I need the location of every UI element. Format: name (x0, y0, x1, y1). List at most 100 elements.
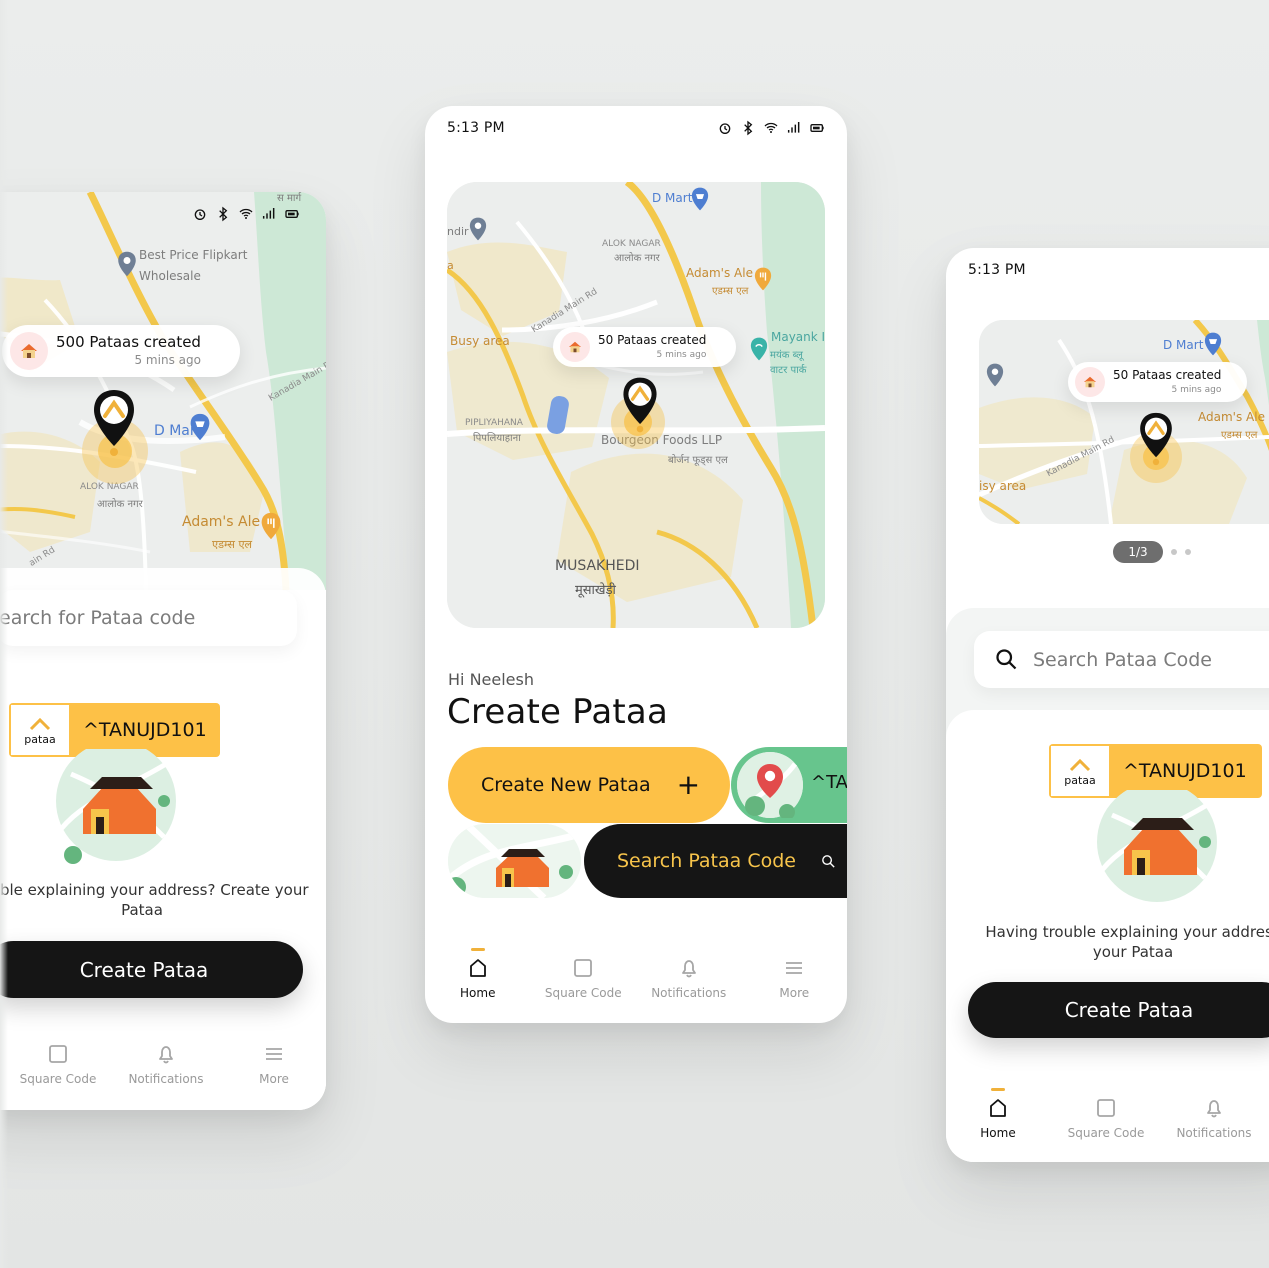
search-field-right-text: Search Pataa Code (1033, 648, 1212, 671)
nav-notifications-left[interactable]: Notifications (120, 1042, 212, 1086)
search-pataa-code-button[interactable]: Search Pataa Code (584, 824, 847, 898)
house-map-thumbnail (448, 824, 581, 898)
callout-title-left: 500 Pataas created (56, 332, 201, 351)
cart-icon (190, 413, 210, 441)
signal-icon (262, 208, 275, 219)
map-label-busy-area-center: Busy area (450, 334, 510, 348)
map-label-adams-ale-center: Adam's Ale (686, 266, 753, 280)
map-callout-center: 50 Pataas created 5 mins ago (553, 327, 736, 367)
search-icon (822, 854, 835, 868)
phone-left: स मार्ग Best Price Flipkart Wholesale D … (0, 192, 326, 1110)
create-pataa-button-right[interactable]: Create Pataa (968, 982, 1269, 1038)
house-avatar-icon-center (560, 332, 590, 362)
map-label-adams-ale-hi-center: एडम्स एल (712, 286, 749, 297)
pager-dot[interactable] (1171, 549, 1177, 555)
bluetooth-icon (744, 120, 753, 136)
map-right[interactable]: D Mart Adam's Ale एडम्स एल Kanadia Main … (979, 320, 1269, 524)
callout-title-right: 50 Pataas created (1113, 368, 1222, 383)
bluetooth-icon (219, 206, 228, 222)
active-indicator (470, 948, 485, 951)
home-icon (466, 956, 490, 980)
water-park-icon-center (750, 337, 768, 361)
map-label-mayank-hi1-center: मयंक ब्लू (770, 350, 803, 361)
map-label-a-center: a (447, 259, 454, 272)
status-bar-center: 5:13 PM (425, 106, 847, 150)
map-label-busy-area-right: isy area (979, 479, 1027, 493)
home-icon-right (986, 1096, 1010, 1120)
pataa-logo-icon-left (29, 717, 51, 730)
battery-icon (285, 210, 299, 218)
poi-icon-right (986, 363, 1004, 387)
status-icons-center (717, 120, 825, 136)
search-field-left-text: earch for Pataa code (0, 607, 196, 629)
create-new-pataa-button[interactable]: Create New Pataa + (448, 747, 730, 823)
map-label-adams-ale-hi-right: एडम्स एल (1221, 430, 1258, 441)
map-label-musakhedi-center: MUSAKHEDI (555, 558, 640, 574)
nav-square-code-left[interactable]: Square Code (12, 1042, 104, 1086)
bottom-nav-left: Square Code Notifications More (0, 1042, 326, 1110)
status-icons-left (192, 206, 300, 222)
map-label-best-price: Best Price Flipkart (139, 248, 248, 262)
pager-dot[interactable] (1185, 549, 1191, 555)
bell-icon-left (154, 1042, 178, 1066)
signal-icon (787, 122, 800, 133)
nav-more-center[interactable]: More (748, 956, 840, 1000)
search-field-left[interactable]: earch for Pataa code (0, 590, 297, 646)
callout-text-center: 50 Pataas created 5 mins ago (598, 334, 706, 360)
search-icon-right (996, 649, 1017, 670)
saved-pataa-code: ^TAI (811, 772, 847, 793)
callout-sub-left: 5 mins ago (134, 353, 201, 368)
nav-label-more-center: More (779, 986, 810, 1000)
map-label-mayank-center: Mayank I (771, 330, 825, 344)
map-label-piplyahana-hi-center: पिपलियाहाना (473, 433, 521, 444)
helper-text-right: Having trouble explaining your address y… (985, 923, 1269, 962)
nav-label-notifications-left: Notifications (128, 1072, 204, 1086)
house-map-illustration-left (56, 749, 176, 864)
map-label-musakhedi-hi-center: मूसाखेड़ी (575, 583, 616, 598)
search-field-right[interactable]: Search Pataa Code (974, 631, 1269, 688)
phone-center: 5:13 PM D Mart ALOK NAGAR आलोक नगर Adam'… (425, 106, 847, 1023)
greeting-text: Hi Neelesh (448, 670, 534, 689)
callout-sub-center: 5 mins ago (656, 349, 707, 360)
nav-more-left[interactable]: More (228, 1042, 320, 1086)
map-pin-circle-icon (737, 752, 803, 820)
map-label-alok-nagar-center: ALOK NAGAR (602, 239, 661, 249)
callout-title-center: 50 Pataas created (598, 333, 707, 348)
saved-pataa-card[interactable]: ^TAI (731, 747, 847, 823)
callout-sub-right: 5 mins ago (1171, 384, 1222, 395)
nav-home-center[interactable]: Home (432, 948, 524, 1000)
house-avatar-icon-right (1075, 367, 1105, 397)
map-label-ndir-center: ndir (447, 225, 469, 238)
nav-label-square-code-left: Square Code (19, 1072, 97, 1086)
page-title: Create Pataa (447, 692, 668, 732)
restaurant-icon-center (754, 267, 772, 291)
nav-square-code-right[interactable]: Square Code (1060, 1096, 1152, 1140)
map-label-mayank-hi2-center: वाटर पार्क (770, 365, 807, 376)
nav-notifications-right[interactable]: Notifications (1168, 1096, 1260, 1140)
nav-home-right[interactable]: Home (952, 1088, 1044, 1140)
map-center[interactable]: D Mart ALOK NAGAR आलोक नगर Adam's Ale एड… (447, 182, 825, 628)
pataa-code-left: ^TANUJD101 (83, 719, 207, 741)
create-pataa-button-left[interactable]: Create Pataa (0, 941, 303, 998)
nav-label-notifications-right: Notifications (1176, 1126, 1252, 1140)
location-pin-icon-center (623, 377, 657, 433)
map-label-alok-nagar-hi-center: आलोक नगर (614, 253, 660, 264)
bottom-nav-center: Home Square Code Notifications More (425, 948, 847, 1023)
nav-label-square-code-center: Square Code (544, 986, 622, 1000)
nav-label-notifications-center: Notifications (651, 986, 727, 1000)
pataa-code-right: ^TANUJD101 (1123, 760, 1247, 782)
map-label-wholesale: Wholesale (139, 269, 201, 283)
nav-square-code-center[interactable]: Square Code (537, 956, 629, 1000)
nav-label-more-left: More (259, 1072, 289, 1086)
bell-icon-center (677, 956, 701, 980)
carousel-pager: 1/3 (1113, 541, 1191, 563)
map-left[interactable]: स मार्ग Best Price Flipkart Wholesale D … (0, 192, 326, 590)
map-label-adams-ale: Adam's Ale (182, 514, 261, 530)
nav-notifications-center[interactable]: Notifications (643, 956, 735, 1000)
pager-current[interactable]: 1/3 (1113, 541, 1163, 563)
battery-icon (810, 124, 824, 132)
menu-icon-center (782, 956, 806, 980)
active-indicator-right (991, 1088, 1005, 1091)
alarm-icon (719, 123, 731, 134)
square-code-icon-left (46, 1042, 70, 1066)
